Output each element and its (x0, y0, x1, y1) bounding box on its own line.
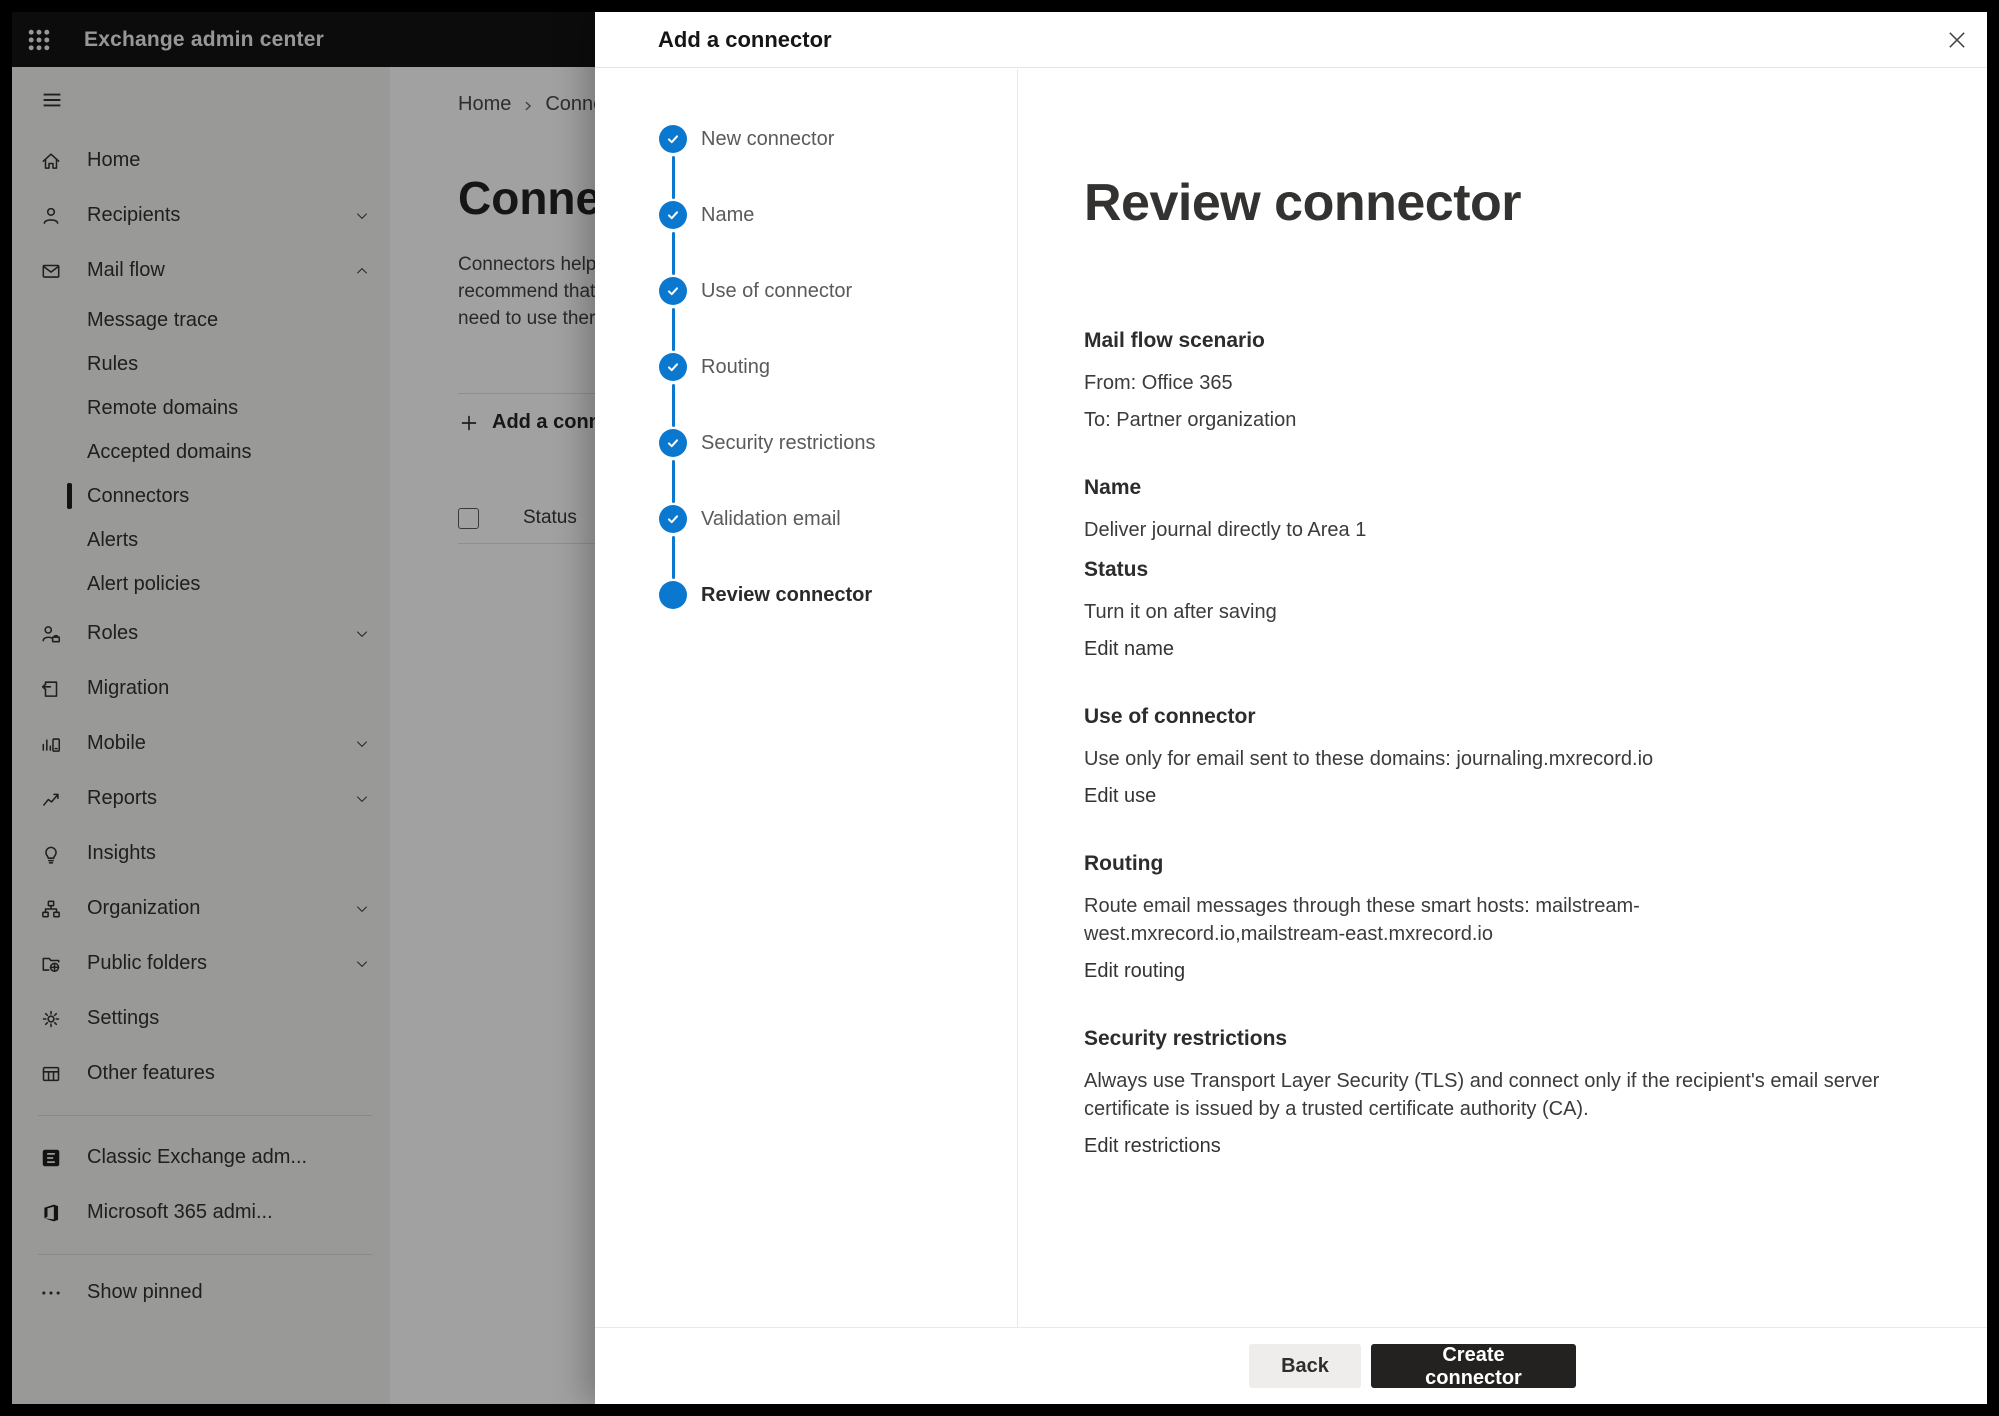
step-connector-line (672, 536, 675, 579)
step-status-icon (659, 277, 687, 305)
section-title-security-restrictions: Security restrictions (1084, 1027, 1897, 1051)
mail-flow-from: From: Office 365 (1084, 369, 1897, 397)
step-validation-email[interactable]: Validation email (659, 505, 1017, 581)
review-heading: Review connector (1084, 173, 1897, 233)
use-of-connector-value: Use only for email sent to these domains… (1084, 745, 1897, 773)
step-connector-line (672, 156, 675, 199)
edit-name-link[interactable]: Edit name (1084, 635, 1174, 663)
security-restrictions-value: Always use Transport Layer Security (TLS… (1084, 1067, 1897, 1123)
step-review-connector[interactable]: Review connector (659, 581, 1017, 657)
add-connector-wizard-panel: Add a connector Ne (595, 12, 1987, 1404)
step-status-icon (659, 125, 687, 153)
step-connector-line (672, 232, 675, 275)
step-connector-line (672, 460, 675, 503)
wizard-header: Add a connector (595, 12, 1987, 68)
routing-value: Route email messages through these smart… (1084, 892, 1897, 948)
wizard-title: Add a connector (658, 12, 832, 68)
step-connector-line (672, 384, 675, 427)
step-status-icon (659, 201, 687, 229)
step-security-restrictions[interactable]: Security restrictions (659, 429, 1017, 505)
close-button[interactable] (1943, 26, 1971, 54)
step-status-icon (659, 429, 687, 457)
connector-name-value: Deliver journal directly to Area 1 (1084, 516, 1897, 544)
app-window: Exchange admin center Home (12, 12, 1987, 1404)
wizard-stepper: New connector Name Use (595, 69, 1018, 1327)
section-title-routing: Routing (1084, 852, 1897, 876)
step-connector-line (672, 308, 675, 351)
step-status-icon (659, 505, 687, 533)
screenshot-frame: Exchange admin center Home (0, 0, 1999, 1416)
back-button[interactable]: Back (1249, 1344, 1361, 1388)
create-connector-button[interactable]: Create connector (1371, 1344, 1576, 1388)
edit-restrictions-link[interactable]: Edit restrictions (1084, 1132, 1221, 1160)
section-title-name: Name (1084, 476, 1897, 500)
section-title-mail-flow-scenario: Mail flow scenario (1084, 329, 1897, 353)
step-name[interactable]: Name (659, 201, 1017, 277)
edit-routing-link[interactable]: Edit routing (1084, 957, 1185, 985)
step-status-icon (659, 353, 687, 381)
step-new-connector[interactable]: New connector (659, 125, 1017, 201)
edit-use-link[interactable]: Edit use (1084, 782, 1156, 810)
section-title-status: Status (1084, 558, 1897, 582)
wizard-footer: Back Create connector (595, 1327, 1987, 1404)
close-icon (1944, 27, 1970, 53)
step-routing[interactable]: Routing (659, 353, 1017, 429)
review-pane: Review connector Mail flow scenario From:… (1018, 69, 1987, 1327)
step-status-icon (659, 581, 687, 609)
status-value: Turn it on after saving (1084, 598, 1897, 626)
mail-flow-to: To: Partner organization (1084, 406, 1897, 434)
section-title-use-of-connector: Use of connector (1084, 705, 1897, 729)
step-use-of-connector[interactable]: Use of connector (659, 277, 1017, 353)
